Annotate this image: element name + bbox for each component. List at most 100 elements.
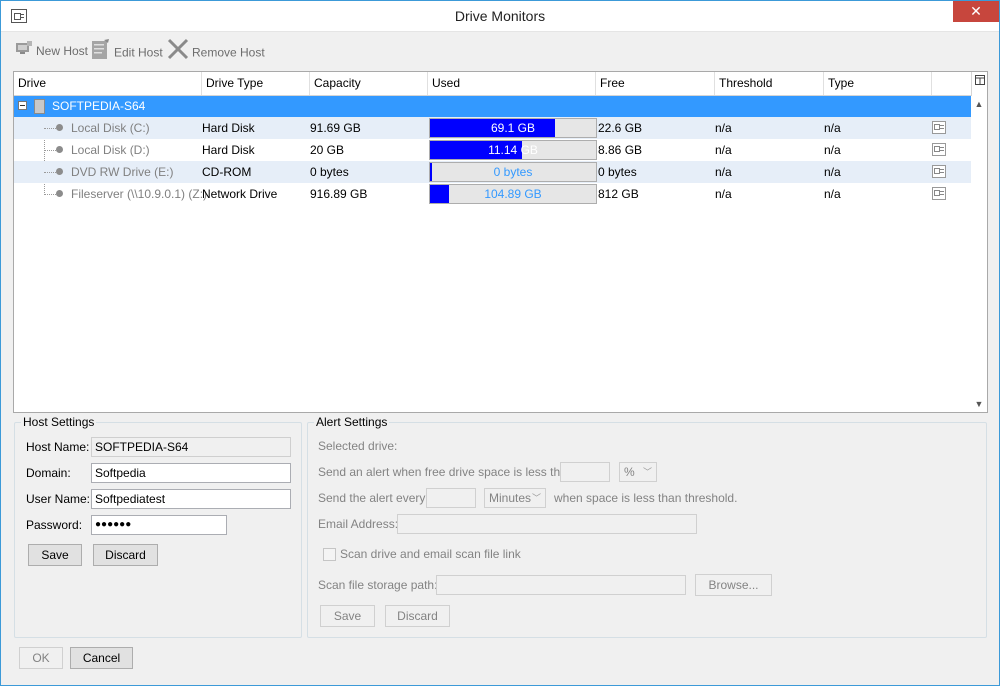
scan-checkbox-label: Scan drive and email scan file link (340, 547, 521, 561)
password-label: Password: (26, 518, 83, 532)
storage-path-label: Scan file storage path: (318, 578, 438, 592)
host-save-button[interactable]: Save (28, 544, 82, 566)
drive-capacity: 91.69 GB (310, 121, 361, 135)
interval-unit-select[interactable]: Minutes ﹀ (484, 488, 546, 508)
used-value: 104.89 GB (484, 187, 542, 201)
selected-drive-label: Selected drive: (318, 439, 398, 453)
used-value: 69.1 GB (490, 121, 536, 135)
table-row[interactable]: Fileserver (\\10.9.0.1) (Z:) Network Dri… (14, 183, 972, 205)
close-button[interactable]: ✕ (953, 1, 999, 22)
alert-save-button[interactable]: Save (320, 605, 375, 627)
alert-settings-title: Alert Settings (314, 415, 390, 429)
domain-label: Domain: (26, 466, 71, 480)
column-free[interactable]: Free (596, 72, 715, 95)
column-threshold[interactable]: Threshold (715, 72, 824, 95)
alert-interval-label: Send the alert every (318, 491, 426, 505)
drive-details-icon[interactable] (932, 187, 946, 200)
drive-name: Fileserver (\\10.9.0.1) (Z:) (71, 187, 208, 201)
drive-details-icon[interactable] (932, 143, 946, 156)
new-host-button[interactable]: New Host (15, 38, 88, 64)
remove-host-button[interactable]: Remove Host (167, 38, 265, 64)
computer-icon (34, 99, 45, 114)
used-value: 0 bytes (493, 165, 533, 179)
alert-discard-button[interactable]: Discard (385, 605, 450, 627)
drive-alert-type: n/a (824, 143, 841, 157)
password-field[interactable]: ●●●●●● (91, 515, 227, 535)
new-host-label: New Host (36, 44, 89, 58)
alert-settings-group: Alert Settings Selected drive: Send an a… (307, 415, 987, 638)
drive-alert-type: n/a (824, 121, 841, 135)
email-address-field[interactable] (397, 514, 697, 534)
drive-alert-type: n/a (824, 187, 841, 201)
title-bar: Drive Monitors ✕ (1, 1, 999, 32)
drives-grid[interactable]: Drive Drive Type Capacity Used Free Thre… (13, 71, 988, 413)
ok-button[interactable]: OK (19, 647, 63, 669)
user-name-field[interactable]: Softpediatest (91, 489, 291, 509)
drive-bullet-icon (56, 168, 63, 175)
drive-bullet-icon (56, 146, 63, 153)
alert-interval-field[interactable] (426, 488, 476, 508)
column-drive-type[interactable]: Drive Type (202, 72, 310, 95)
scan-checkbox[interactable] (323, 548, 336, 561)
new-host-icon (15, 39, 33, 65)
chevron-down-icon: ﹀ (642, 467, 652, 477)
drive-threshold: n/a (715, 121, 732, 135)
email-address-label: Email Address: (318, 517, 399, 531)
drive-free: 22.6 GB (598, 121, 643, 135)
user-name-label: User Name: (26, 492, 91, 506)
domain-field[interactable]: Softpedia (91, 463, 291, 483)
drive-name: DVD RW Drive (E:) (71, 165, 174, 179)
column-drive[interactable]: Drive (14, 72, 202, 95)
used-bar: 11.14 GB (429, 140, 597, 160)
host-discard-button[interactable]: Discard (93, 544, 158, 566)
drive-threshold: n/a (715, 187, 732, 201)
drive-capacity: 916.89 GB (310, 187, 368, 201)
column-actions (932, 72, 972, 95)
threshold-suffix-label: when space is less than threshold. (554, 491, 738, 505)
drive-details-icon[interactable] (932, 165, 946, 178)
interval-unit-value: Minutes (489, 491, 532, 505)
grid-scrollbar[interactable]: ▲ ▼ (971, 96, 987, 412)
chevron-down-icon: ﹀ (531, 493, 541, 503)
host-row[interactable]: SOFTPEDIA-S64 (14, 96, 972, 117)
drive-bullet-icon (56, 124, 63, 131)
threshold-unit-select[interactable]: % ﹀ (619, 462, 657, 482)
browse-button[interactable]: Browse... (695, 574, 772, 596)
drive-capacity: 0 bytes (310, 165, 349, 179)
column-type[interactable]: Type (824, 72, 932, 95)
drive-bullet-icon (56, 190, 63, 197)
scroll-up-icon[interactable]: ▲ (971, 96, 987, 112)
scroll-down-icon[interactable]: ▼ (971, 396, 987, 412)
drive-free: 8.86 GB (598, 143, 643, 157)
threshold-unit-value: % (624, 465, 635, 479)
host-name: SOFTPEDIA-S64 (52, 99, 146, 113)
column-capacity[interactable]: Capacity (310, 72, 428, 95)
drive-type: Hard Disk (202, 121, 255, 135)
host-settings-title: Host Settings (21, 415, 97, 429)
free-space-threshold-field[interactable] (560, 462, 610, 482)
host-settings-group: Host Settings Host Name: SOFTPEDIA-S64 D… (14, 415, 302, 638)
table-row[interactable]: Local Disk (C:) Hard Disk 91.69 GB 69.1 … (14, 117, 972, 139)
edit-host-icon (91, 38, 111, 69)
collapse-icon[interactable] (18, 101, 27, 110)
drive-name: Local Disk (C:) (71, 121, 150, 135)
column-chooser-icon[interactable] (971, 72, 987, 96)
table-row[interactable]: DVD RW Drive (E:) CD-ROM 0 bytes 0 bytes… (14, 161, 972, 183)
column-used[interactable]: Used (428, 72, 596, 95)
cancel-button[interactable]: Cancel (70, 647, 133, 669)
drive-name: Local Disk (D:) (71, 143, 150, 157)
edit-host-button[interactable]: Edit Host (91, 38, 163, 64)
edit-host-label: Edit Host (114, 45, 163, 60)
drive-type: Hard Disk (202, 143, 255, 157)
drive-monitors-window: Drive Monitors ✕ New Host Edit Host Remo… (0, 0, 1000, 686)
remove-host-icon (167, 38, 189, 69)
storage-path-field[interactable] (436, 575, 686, 595)
drive-free: 812 GB (598, 187, 639, 201)
drive-capacity: 20 GB (310, 143, 345, 157)
used-bar: 104.89 GB (429, 184, 597, 204)
host-name-label: Host Name: (26, 440, 90, 454)
grid-header: Drive Drive Type Capacity Used Free Thre… (14, 72, 972, 96)
host-name-field[interactable]: SOFTPEDIA-S64 (91, 437, 291, 457)
drive-details-icon[interactable] (932, 121, 946, 134)
table-row[interactable]: Local Disk (D:) Hard Disk 20 GB 11.14 GB… (14, 139, 972, 161)
